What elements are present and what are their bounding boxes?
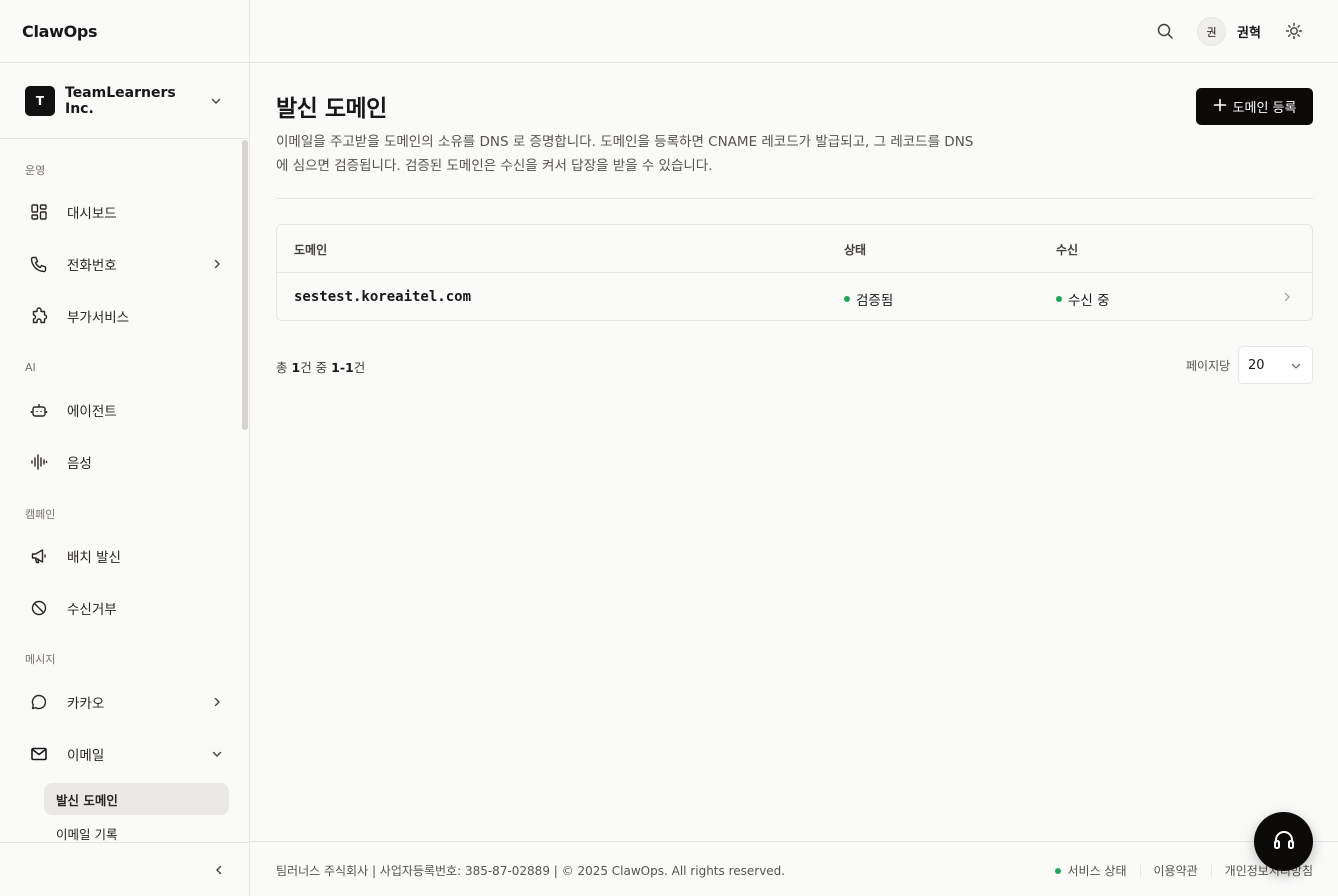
pager-total: 1 (291, 360, 301, 375)
dashboard-icon (25, 198, 53, 226)
per-page-label: 페이지당 (1186, 359, 1231, 373)
service-status-label: 서비스 상태 (1067, 864, 1127, 878)
pager-range: 1-1 (331, 360, 354, 375)
sidebar-item-label: 수신거부 (67, 602, 117, 618)
page-description: 이메일을 주고받을 도메인의 소유를 DNS 로 증명합니다. 도메인을 등록하… (276, 134, 974, 174)
column-header-receive: 수신 (1056, 243, 1079, 257)
org-avatar: T (25, 85, 55, 116)
sun-icon[interactable] (1284, 21, 1304, 41)
service-status-link[interactable]: 서비스 상태 (1055, 862, 1127, 879)
chevron-down-icon (208, 93, 224, 109)
ban-icon (25, 594, 53, 622)
chevron-down-icon (209, 746, 225, 762)
section-label-message: 메시지 (25, 653, 56, 666)
pagination-summary: 총 1건 중 1-1건 (276, 357, 365, 376)
receive-dot-icon (1056, 296, 1062, 302)
sidebar-item-label: 전화번호 (67, 258, 117, 274)
user-name[interactable]: 권혁 (1237, 22, 1261, 41)
terms-link[interactable]: 이용약관 (1154, 862, 1198, 879)
footer-copyright: 팀러너스 주식회사 | 사업자등록번호: 385-87-02889 | © 20… (276, 864, 786, 878)
chat-bubble-icon (25, 688, 53, 716)
footer: 팀러너스 주식회사 | 사업자등록번호: 385-87-02889 | © 20… (250, 841, 1338, 896)
collapse-sidebar-icon[interactable] (211, 862, 227, 878)
sidebar-item-label: 에이전트 (67, 404, 117, 420)
sidebar-footer (0, 842, 249, 896)
table-row[interactable]: sestest.koreaitel.com 검증됨 수신 중 (277, 272, 1312, 321)
status-dot-icon (844, 296, 850, 302)
chevron-right-icon (1280, 290, 1294, 304)
status-text: 검증됨 (856, 293, 894, 309)
section-label-campaign: 캠페인 (25, 508, 56, 521)
avatar[interactable]: 권 (1197, 17, 1226, 46)
pager-mid: 건 중 (300, 360, 328, 375)
sidebar-item-email[interactable]: 이메일 (25, 734, 225, 774)
megaphone-icon (25, 542, 53, 570)
section-label-ops: 운영 (25, 164, 46, 177)
chevron-down-icon (1290, 360, 1302, 372)
sidebar-item-batch[interactable]: 배치 발신 (25, 536, 225, 576)
page-title: 발신 도메인 (276, 96, 387, 122)
search-icon[interactable] (1155, 21, 1175, 41)
column-header-status: 상태 (844, 243, 867, 257)
status-badge: 검증됨 (844, 289, 893, 309)
top-bar: 권 권혁 (250, 0, 1338, 63)
brand-logo[interactable]: ClawOps (0, 0, 249, 63)
mail-icon (25, 740, 53, 768)
column-header-domain: 도메인 (294, 243, 328, 257)
sidebar-item-label: 이메일 (67, 748, 105, 764)
chevron-right-icon (209, 694, 225, 710)
sidebar-item-addon[interactable]: 부가서비스 (25, 296, 225, 336)
chevron-right-icon (209, 256, 225, 272)
sidebar-item-phone[interactable]: 전화번호 (25, 244, 225, 284)
sidebar-item-agent[interactable]: 에이전트 (25, 390, 225, 430)
divider (1210, 864, 1212, 877)
headset-icon (1271, 827, 1297, 857)
org-name: TeamLearners Inc. (65, 84, 176, 117)
pager-prefix: 총 (276, 360, 288, 375)
sidebar: ClawOps T TeamLearners Inc. 운영 대시보드 전화번호 (0, 0, 250, 896)
per-page-select[interactable]: 20 (1238, 346, 1313, 384)
bot-icon (25, 396, 53, 424)
status-dot-icon (1055, 867, 1062, 874)
plus-icon (1213, 98, 1227, 116)
per-page-value: 20 (1248, 357, 1265, 373)
puzzle-icon (25, 302, 53, 330)
pager-suffix: 건 (353, 360, 366, 375)
sidebar-item-label: 카카오 (67, 696, 105, 712)
sidebar-nav: 운영 대시보드 전화번호 부가서비스 AI 에이전트 음성 캠페인 배치 발신 … (0, 140, 242, 845)
sidebar-item-label: 배치 발신 (67, 550, 121, 566)
divider (1139, 864, 1141, 877)
receive-badge: 수신 중 (1056, 289, 1110, 309)
audio-wave-icon (25, 448, 53, 476)
sidebar-item-label: 부가서비스 (67, 310, 130, 326)
sidebar-item-kakao[interactable]: 카카오 (25, 682, 225, 722)
sidebar-subitem-email-log[interactable]: 이메일 기록 (44, 817, 229, 845)
sidebar-scrollbar[interactable] (242, 140, 248, 430)
sidebar-item-voice[interactable]: 음성 (25, 442, 225, 482)
phone-icon (25, 250, 53, 278)
sidebar-item-block[interactable]: 수신거부 (25, 588, 225, 628)
sidebar-subitem-sender-domain[interactable]: 발신 도메인 (44, 783, 229, 815)
support-chat-button[interactable] (1254, 812, 1313, 871)
add-domain-label: 도메인 등록 (1232, 101, 1297, 116)
divider (276, 198, 1313, 199)
domain-table: 도메인 상태 수신 sestest.koreaitel.com 검증됨 수신 중 (276, 224, 1313, 321)
sidebar-item-label: 대시보드 (67, 206, 117, 222)
sidebar-item-label: 음성 (67, 456, 92, 472)
section-label-ai: AI (25, 361, 36, 374)
receive-text: 수신 중 (1068, 293, 1110, 309)
org-switcher[interactable]: T TeamLearners Inc. (0, 63, 249, 139)
sidebar-item-dashboard[interactable]: 대시보드 (25, 192, 225, 232)
domain-cell: sestest.koreaitel.com (294, 289, 472, 305)
add-domain-button[interactable]: 도메인 등록 (1196, 88, 1313, 125)
